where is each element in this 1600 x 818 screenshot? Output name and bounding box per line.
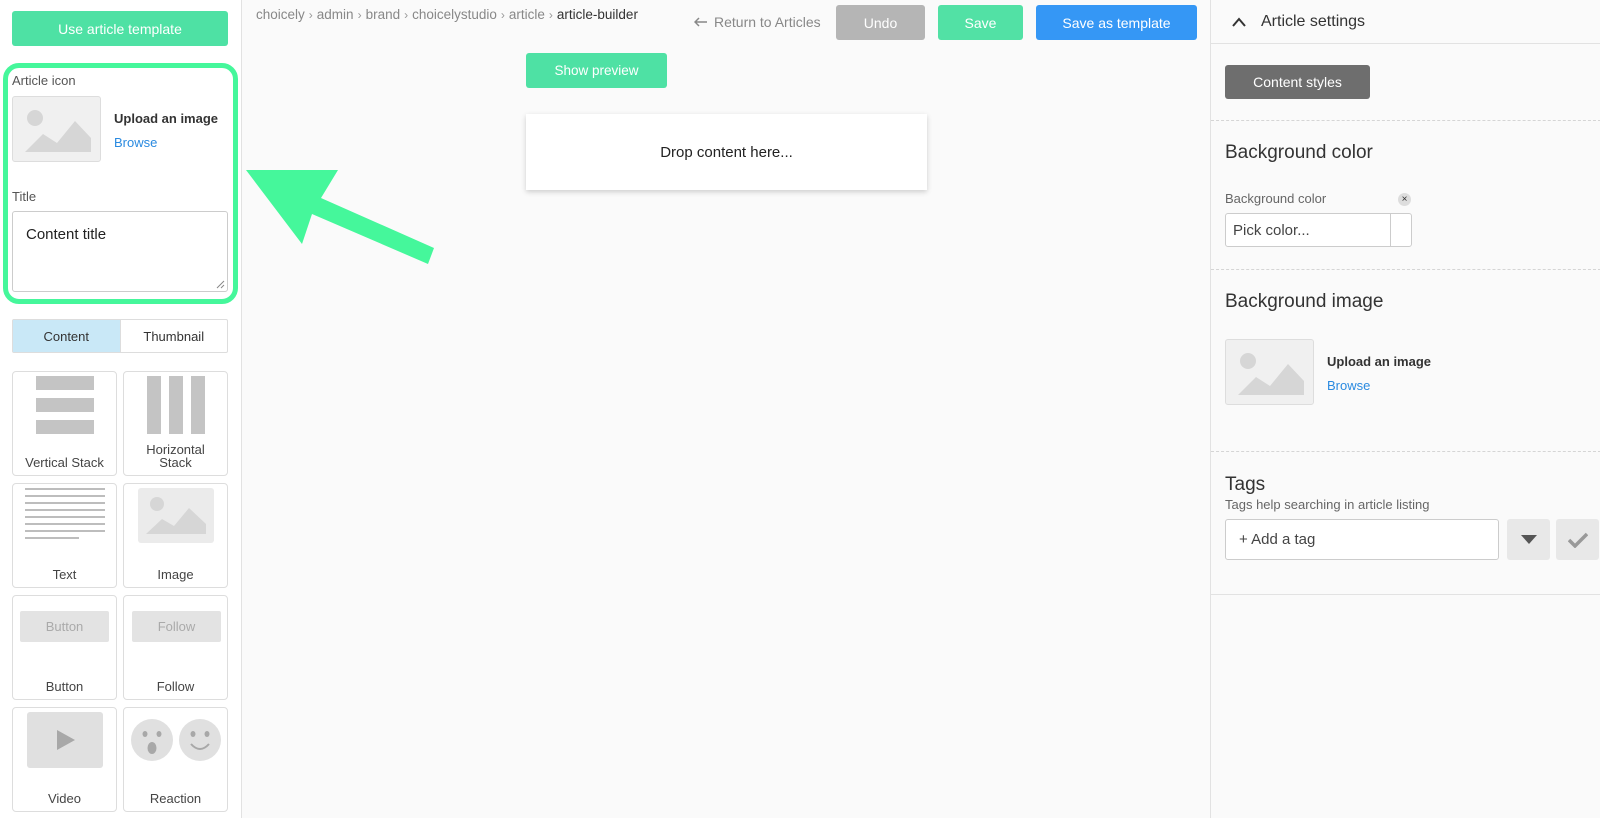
breadcrumb: choicely › admin › brand › choicelystudio › …	[256, 7, 638, 22]
tile-label: Text	[52, 567, 77, 582]
background-image-placeholder[interactable]	[1225, 339, 1314, 405]
return-to-articles-link[interactable]: Return to Articles	[694, 14, 821, 30]
article-builder-page: Use article template Article icon Upload…	[0, 0, 1600, 818]
breadcrumb-current: article-builder	[556, 7, 638, 22]
follow-preview: Follow	[132, 611, 221, 642]
article-icon-image-placeholder[interactable]	[12, 96, 101, 162]
drop-zone-text: Drop content here...	[660, 143, 793, 161]
image-placeholder-icon	[1238, 353, 1304, 395]
image-placeholder-icon	[25, 110, 91, 152]
drop-zone[interactable]: Drop content here...	[526, 114, 927, 190]
tab-thumbnail[interactable]: Thumbnail	[119, 320, 228, 352]
tag-dropdown-button[interactable]	[1507, 519, 1550, 560]
title-label: Title	[12, 189, 37, 204]
left-sidebar: Use article template Article icon Upload…	[0, 0, 242, 818]
breadcrumb-item[interactable]: brand	[366, 7, 401, 22]
tags-help-text: Tags help searching in article listing	[1225, 497, 1430, 512]
tile-vertical-stack[interactable]: Vertical Stack	[12, 371, 117, 476]
caret-down-icon	[1520, 535, 1537, 544]
content-styles-button[interactable]: Content styles	[1225, 65, 1370, 99]
background-image-upload-label: Upload an image	[1327, 354, 1432, 369]
tile-label: Image	[157, 567, 194, 582]
resize-grip-icon[interactable]	[216, 280, 225, 289]
tile-label: Follow	[156, 679, 195, 694]
save-button[interactable]: Save	[938, 5, 1023, 40]
show-preview-button[interactable]: Show preview	[526, 53, 667, 88]
chevron-right-icon: ›	[500, 7, 505, 22]
breadcrumb-item[interactable]: choicely	[256, 7, 305, 22]
title-textarea[interactable]: Content title	[12, 211, 228, 292]
article-icon-label: Article icon	[12, 73, 76, 88]
save-as-template-button[interactable]: Save as template	[1036, 5, 1197, 40]
article-settings-panel: Article settings Content styles Backgrou…	[1210, 0, 1600, 818]
breadcrumb-item[interactable]: article	[509, 7, 545, 22]
chevron-right-icon: ›	[357, 7, 362, 22]
background-color-title: Background color	[1225, 142, 1373, 163]
tile-reaction[interactable]: Reaction	[123, 707, 228, 812]
chevron-right-icon: ›	[548, 7, 553, 22]
tags-title: Tags	[1225, 474, 1266, 495]
tile-follow[interactable]: Follow Follow	[123, 595, 228, 700]
divider	[1211, 120, 1600, 121]
tile-video[interactable]: Video	[12, 707, 117, 812]
add-tag-input[interactable]	[1225, 519, 1499, 560]
tile-label: Reaction	[149, 791, 202, 806]
button-preview: Button	[20, 611, 109, 642]
tab-content[interactable]: Content	[13, 320, 120, 352]
tile-horizontal-stack[interactable]: Horizontal Stack	[123, 371, 228, 476]
undo-button[interactable]: Undo	[836, 5, 925, 40]
check-icon	[1567, 532, 1588, 548]
return-label: Return to Articles	[714, 14, 821, 30]
arrow-left-icon	[694, 17, 707, 27]
breadcrumb-item[interactable]: choicelystudio	[412, 7, 497, 22]
title-value: Content title	[26, 226, 107, 243]
divider	[1211, 594, 1600, 595]
article-icon-browse-link[interactable]: Browse	[114, 135, 157, 150]
background-color-input[interactable]	[1225, 213, 1391, 247]
chevron-up-icon	[1232, 16, 1246, 27]
use-article-template-button[interactable]: Use article template	[12, 11, 228, 46]
color-swatch[interactable]	[1390, 213, 1412, 247]
breadcrumb-item[interactable]: admin	[317, 7, 354, 22]
divider	[1211, 451, 1600, 452]
annotation-arrow-icon	[246, 170, 434, 264]
chevron-right-icon: ›	[404, 7, 409, 22]
divider	[1211, 269, 1600, 270]
tile-label: Button	[45, 679, 84, 694]
component-tabs: Content Thumbnail	[12, 319, 228, 353]
tile-text[interactable]: Text	[12, 483, 117, 588]
article-settings-title: Article settings	[1261, 12, 1366, 30]
tile-label: Video	[47, 791, 81, 806]
tile-button[interactable]: Button Button	[12, 595, 117, 700]
tile-image[interactable]: Image	[123, 483, 228, 588]
tag-confirm-button[interactable]	[1556, 519, 1599, 560]
chevron-right-icon: ›	[308, 7, 313, 22]
tile-label: Horizontal Stack	[146, 442, 205, 470]
background-color-label: Background color	[1225, 191, 1327, 206]
tile-label: Vertical Stack	[25, 455, 104, 470]
background-image-title: Background image	[1225, 291, 1384, 312]
clear-color-icon[interactable]: ×	[1398, 193, 1411, 206]
background-image-browse-link[interactable]: Browse	[1327, 378, 1370, 393]
article-settings-header[interactable]: Article settings	[1211, 0, 1600, 44]
article-icon-upload-label: Upload an image	[114, 111, 219, 126]
